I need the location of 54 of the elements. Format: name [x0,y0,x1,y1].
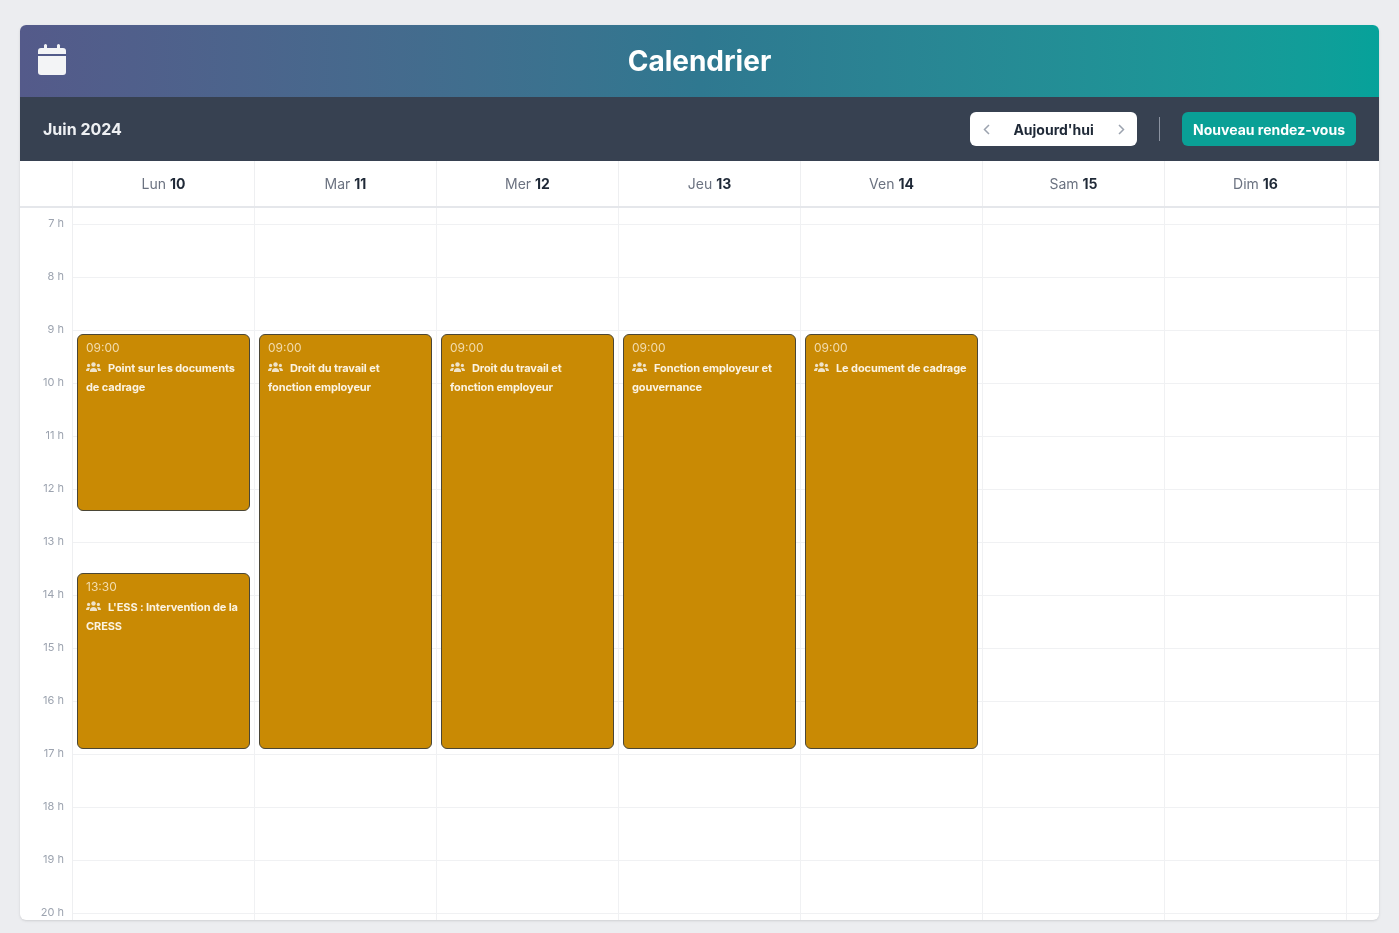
hour-label: 17 h [43,746,64,760]
chevron-right-icon [1117,123,1125,135]
month-label: Juin 2024 [43,118,122,141]
event-card[interactable]: 09:00 Droit du travail et fonction employeur [259,334,432,749]
event-card[interactable]: 13:30 L'ESS : Intervention de la CRESS [77,572,250,749]
people-icon [632,362,647,373]
hour-label: 18 h [43,799,64,813]
people-icon [268,362,283,373]
previous-button[interactable] [980,123,993,135]
event-card[interactable]: 09:00 Droit du travail et fonction employeur [441,334,614,749]
hour-label: 10 h [43,375,64,389]
event-time: 09:00 [86,340,121,356]
people-icon [86,600,101,612]
hour-label: 9 h [47,322,64,336]
event-time: 09:00 [268,340,303,356]
today-button[interactable]: Aujourd'hui [1013,118,1094,140]
event-title: Droit du travail et fonction employeur [268,360,381,396]
hour-label: 19 h [43,852,64,866]
people-icon [450,362,465,373]
hour-label: 20 h [40,905,64,919]
hour-label: 7 h [48,216,64,230]
event-title: L'ESS : Intervention de la CRESS [86,598,239,635]
people-icon [814,362,829,373]
event-title: Fonction employeur et gouvernance [632,360,773,396]
next-button[interactable] [1115,123,1128,135]
event-time: 09:00 [814,340,849,356]
day-label: Dim 16 [1233,174,1278,194]
hour-label: 12 h [43,481,64,495]
event-title: Le document de cadrage [814,359,967,378]
hour-label: 14 h [42,587,64,601]
calendar-icon [38,44,66,75]
chevron-left-icon [982,123,990,135]
new-appointment-button[interactable]: Nouveau rendez-vous [1182,112,1356,146]
event-card[interactable]: 09:00 Le document de cadrage [805,334,978,749]
hour-label: 8 h [47,269,64,283]
event-time: 13:30 [86,578,118,595]
day-label: Sam 15 [1049,174,1098,194]
day-label: Lun 10 [141,174,186,194]
hour-label: 15 h [43,640,64,654]
hour-label: 13 h [43,534,64,548]
event-time: 09:00 [450,340,485,356]
day-label: Ven 14 [869,174,914,194]
event-card[interactable]: 09:00 Fonction employeur et gouvernance [623,334,796,749]
day-label: Jeu 13 [687,174,732,194]
event-title: Droit du travail et fonction employeur [450,360,563,396]
day-label: Mer 12 [505,174,550,194]
event-title: Point sur les documents de cadrage [86,360,236,396]
hour-label: 11 h [45,428,64,442]
event-card[interactable]: 09:00 Point sur les documents de cadrage [77,334,250,511]
page-title: Calendrier [627,43,772,80]
event-time: 09:00 [632,340,667,356]
people-icon [86,362,101,373]
day-label: Mar 11 [324,174,367,194]
hour-label: 16 h [43,693,64,707]
